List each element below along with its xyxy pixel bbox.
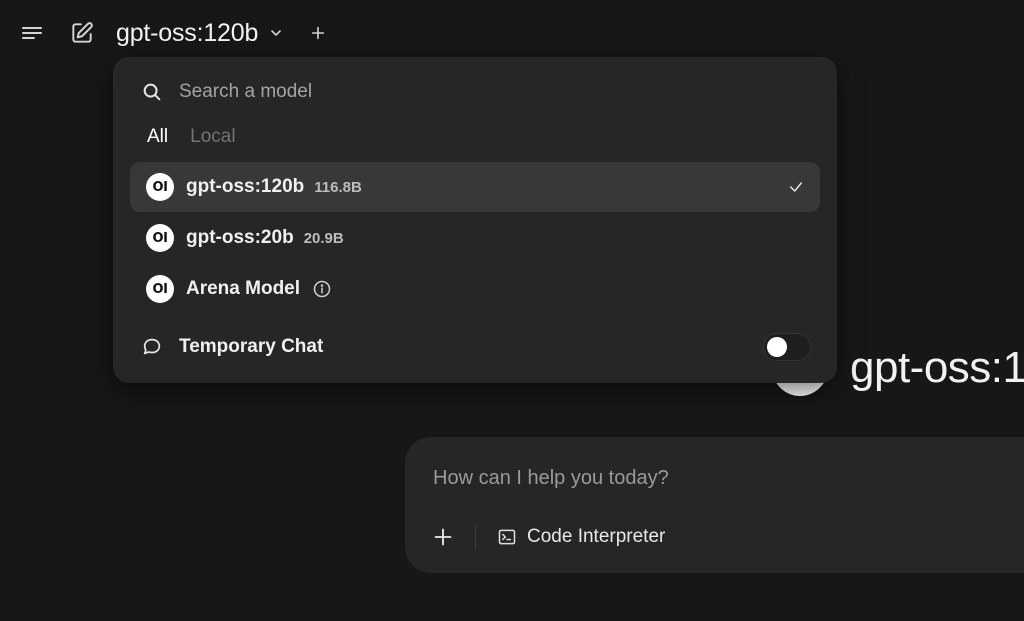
menu-lines-icon: [22, 27, 42, 39]
plus-icon: [434, 528, 452, 546]
terminal-icon: [498, 529, 516, 545]
check-icon: [788, 179, 804, 195]
sidebar-toggle-button[interactable]: [16, 17, 48, 49]
current-model-name: gpt-oss:120b: [116, 18, 259, 47]
model-item-gpt-oss-120b[interactable]: OI gpt-oss:120b 116.8B: [130, 162, 820, 212]
model-item-gpt-oss-20b[interactable]: OI gpt-oss:20b 20.9B: [130, 213, 820, 263]
info-icon[interactable]: [312, 279, 332, 299]
code-interpreter-button[interactable]: Code Interpreter: [497, 521, 665, 553]
model-logo-icon: OI: [146, 224, 174, 252]
temporary-chat-label: Temporary Chat: [179, 336, 324, 357]
model-size: 20.9B: [303, 229, 344, 247]
chat-composer: Code Interpreter: [405, 437, 1024, 573]
model-dropdown: All Local OI gpt-oss:120b 116.8B OI gpt-…: [113, 57, 837, 383]
model-logo-icon: OI: [146, 173, 174, 201]
toggle-knob: [767, 337, 787, 357]
temporary-chat-row: Temporary Chat: [141, 329, 811, 365]
model-size: 116.8B: [314, 178, 362, 196]
model-logo-icon: OI: [146, 275, 174, 303]
model-name: gpt-oss:120b: [186, 176, 305, 197]
model-search: [141, 77, 817, 107]
page: gpt-oss:120b gpt-oss:1 How can I help yo…: [0, 0, 1024, 621]
toolbar-divider: [475, 525, 476, 549]
plus-icon: [311, 26, 325, 40]
edit-pencil-icon: [72, 22, 93, 43]
model-selector-button[interactable]: gpt-oss:120b: [116, 14, 284, 52]
model-name: Arena Model: [186, 278, 301, 299]
code-interpreter-label: Code Interpreter: [527, 526, 666, 547]
tab-all[interactable]: All: [147, 126, 168, 148]
temporary-chat-toggle[interactable]: [763, 333, 811, 361]
add-model-button[interactable]: [302, 17, 334, 49]
search-icon: [143, 83, 161, 101]
hero-model-title: gpt-oss:1: [850, 343, 1024, 392]
chevron-down-icon: [268, 25, 284, 41]
top-bar: gpt-oss:120b: [0, 0, 1024, 64]
model-name: gpt-oss:20b: [186, 227, 294, 248]
message-input[interactable]: [431, 465, 995, 499]
model-filter-tabs: All Local: [147, 126, 236, 148]
attach-button[interactable]: [429, 523, 457, 551]
tab-local[interactable]: Local: [190, 126, 235, 148]
new-chat-button[interactable]: [66, 17, 98, 49]
model-search-input[interactable]: [177, 80, 701, 104]
model-item-arena-model[interactable]: OI Arena Model: [130, 264, 820, 314]
chat-bubble-icon: [143, 338, 161, 355]
